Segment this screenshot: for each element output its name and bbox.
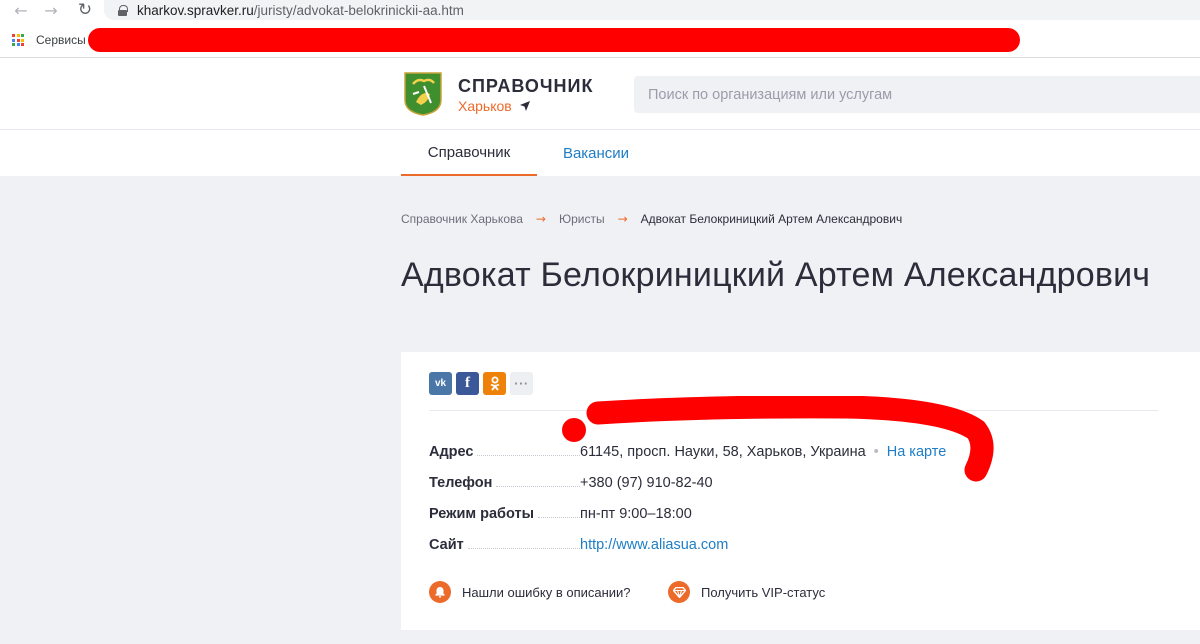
odnoklassniki-glyph-icon: [490, 376, 499, 391]
redaction-mark: [562, 418, 586, 442]
hours-value: пн-пт 9:00–18:00: [580, 506, 692, 522]
tab-vacancies[interactable]: Вакансии: [546, 130, 646, 176]
report-error-label: Нашли ошибку в описании?: [462, 584, 631, 600]
alarm-bell-icon: [429, 581, 451, 603]
info-card: vk f ··· Адрес 61145, просп. Науки, 58, …: [401, 352, 1200, 630]
share-buttons: vk f ···: [429, 372, 533, 395]
facebook-share-icon[interactable]: f: [456, 372, 479, 395]
apps-label: Сервисы: [36, 33, 86, 47]
arrow-right-icon: →: [617, 212, 628, 226]
site-header: СПРАВОЧНИК Харьков: [0, 58, 1200, 130]
nav-tabs: Справочник Вакансии: [0, 130, 1200, 176]
vip-status-button[interactable]: Получить VIP-статус: [668, 581, 825, 603]
website-label: Сайт: [429, 537, 464, 553]
kharkiv-emblem-icon[interactable]: [404, 72, 442, 116]
address-bar[interactable]: kharkov.spravker.ru/juristy/advokat-belo…: [104, 0, 1200, 20]
address-label-wrap: Адрес: [429, 444, 580, 460]
lock-icon: [118, 4, 128, 16]
website-row: Сайт http://www.aliasua.com: [429, 537, 1169, 557]
reload-icon[interactable]: ↻: [74, 0, 96, 20]
hours-label-wrap: Режим работы: [429, 506, 580, 522]
url-host: kharkov.spravker.ru: [137, 2, 254, 18]
phone-label: Телефон: [429, 475, 493, 491]
vk-share-icon[interactable]: vk: [429, 372, 452, 395]
redaction-mark: [88, 28, 1020, 52]
city-label: Харьков: [458, 98, 512, 114]
search-input[interactable]: [634, 76, 1200, 113]
phone-label-wrap: Телефон: [429, 475, 580, 491]
breadcrumb-current: Адвокат Белокриницкий Артем Александрови…: [640, 212, 903, 226]
arrow-right-icon: →: [535, 212, 546, 226]
dotted-leader: [538, 517, 580, 518]
odnoklassniki-share-icon[interactable]: [483, 372, 506, 395]
breadcrumb: Справочник Харькова → Юристы → Адвокат Б…: [401, 210, 902, 228]
page-title: Адвокат Белокриницкий Артем Александрови…: [401, 256, 1151, 294]
report-error-button[interactable]: Нашли ошибку в описании?: [429, 581, 631, 603]
redaction-scribble: [586, 396, 994, 482]
apps-grid-icon: [12, 34, 24, 46]
back-arrow-icon[interactable]: ←: [10, 0, 32, 20]
vip-status-label: Получить VIP-статус: [701, 584, 826, 600]
breadcrumb-link-category[interactable]: Юристы: [559, 212, 605, 226]
diamond-icon: [668, 581, 690, 603]
dotted-leader: [496, 486, 580, 487]
forward-arrow-icon[interactable]: →: [40, 0, 62, 20]
bookmarks-apps[interactable]: Сервисы: [12, 30, 86, 50]
more-share-icon[interactable]: ···: [510, 372, 533, 395]
tab-directory[interactable]: Справочник: [401, 130, 537, 176]
website-link[interactable]: http://www.aliasua.com: [580, 537, 728, 553]
dotted-leader: [467, 548, 580, 549]
location-arrow-icon: [519, 101, 530, 111]
address-label: Адрес: [429, 444, 474, 460]
url-path: /juristy/advokat-belokrinickii-aa.htm: [253, 2, 464, 18]
hours-label: Режим работы: [429, 506, 534, 522]
dotted-leader: [477, 455, 580, 456]
website-label-wrap: Сайт: [429, 537, 580, 553]
breadcrumb-link-home[interactable]: Справочник Харькова: [401, 212, 523, 226]
city-selector[interactable]: Харьков: [458, 98, 530, 114]
hours-row: Режим работы пн-пт 9:00–18:00: [429, 506, 1169, 526]
logo-title[interactable]: СПРАВОЧНИК: [458, 76, 593, 97]
